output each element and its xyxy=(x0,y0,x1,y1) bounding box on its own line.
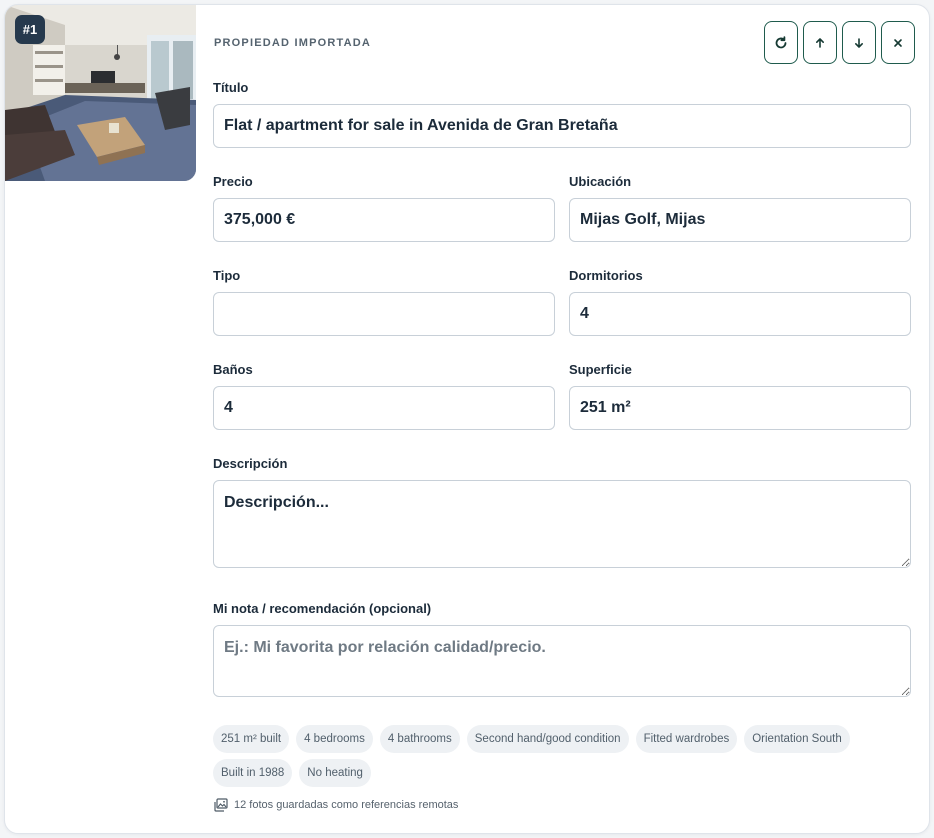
feature-chip: 251 m² built xyxy=(213,725,290,753)
index-badge: #1 xyxy=(15,15,45,44)
close-icon xyxy=(894,38,902,47)
title-label: Título xyxy=(213,80,249,95)
bedrooms-field: Dormitorios xyxy=(569,268,911,336)
feature-chip: Second hand/good condition xyxy=(466,725,629,753)
price-field: Precio xyxy=(213,174,555,242)
bathrooms-label: Baños xyxy=(213,362,253,377)
location-field: Ubicación xyxy=(569,174,911,242)
property-form: PROPIEDAD IMPORTADA Título Flat / apartm… xyxy=(213,5,915,833)
remove-button[interactable] xyxy=(881,21,915,64)
arrow-up-icon xyxy=(816,37,824,48)
card-actions xyxy=(764,21,915,64)
photos-note-text: 12 fotos guardadas como referencias remo… xyxy=(234,799,459,811)
section-title: PROPIEDAD IMPORTADA xyxy=(214,37,372,49)
price-input[interactable] xyxy=(213,198,555,242)
feature-chip: 4 bathrooms xyxy=(379,725,460,753)
note-textarea[interactable] xyxy=(213,625,911,697)
move-down-button[interactable] xyxy=(842,21,876,64)
type-label: Tipo xyxy=(213,268,241,283)
bathrooms-field: Baños xyxy=(213,362,555,430)
area-field: Superficie xyxy=(569,362,911,430)
bedrooms-label: Dormitorios xyxy=(569,268,643,283)
property-card: #1 PROPIEDAD IMPORTADA Título Flat / apa… xyxy=(4,4,930,834)
bathrooms-input[interactable] xyxy=(213,386,555,430)
arrow-down-icon xyxy=(855,37,863,48)
feature-chips: 251 m² built 4 bedrooms 4 bathrooms Seco… xyxy=(213,725,913,787)
title-field: Título xyxy=(213,80,911,148)
location-input[interactable] xyxy=(569,198,911,242)
type-field: Tipo xyxy=(213,268,555,336)
feature-chip: Orientation South xyxy=(744,725,850,753)
description-label: Descripción xyxy=(213,456,288,471)
photos-note: 12 fotos guardadas como referencias remo… xyxy=(214,798,458,812)
feature-chip: No heating xyxy=(299,759,371,787)
feature-chip: Fitted wardrobes xyxy=(635,725,738,753)
title-input[interactable] xyxy=(213,104,911,148)
move-up-button[interactable] xyxy=(803,21,837,64)
refresh-button[interactable] xyxy=(764,21,798,64)
note-field: Mi nota / recomendación (opcional) xyxy=(213,601,911,702)
feature-chip: Built in 1988 xyxy=(213,759,293,787)
refresh-icon xyxy=(775,35,787,48)
bedrooms-input[interactable] xyxy=(569,292,911,336)
location-label: Ubicación xyxy=(569,174,632,189)
description-field: Descripción xyxy=(213,456,911,573)
area-label: Superficie xyxy=(569,362,632,377)
property-thumbnail[interactable]: #1 xyxy=(5,5,196,181)
price-label: Precio xyxy=(213,174,253,189)
photos-icon xyxy=(214,798,228,812)
area-input[interactable] xyxy=(569,386,911,430)
note-label: Mi nota / recomendación (opcional) xyxy=(213,601,432,616)
feature-chip: 4 bedrooms xyxy=(296,725,373,753)
description-textarea[interactable] xyxy=(213,480,911,568)
type-input[interactable] xyxy=(213,292,555,336)
